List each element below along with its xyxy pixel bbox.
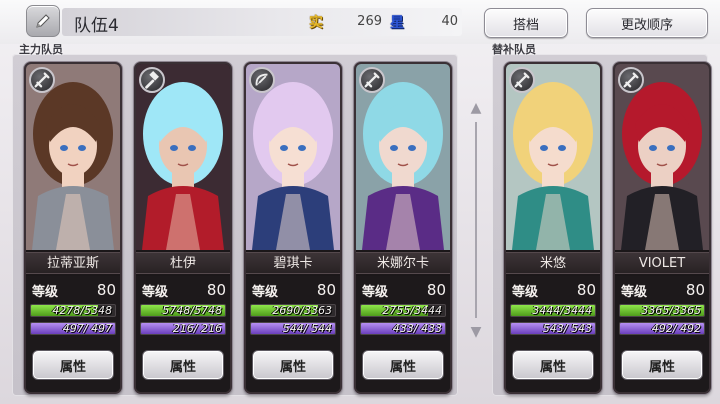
member-card[interactable]: 拉蒂亚斯 等级 80 4278/5348 497/ 497 属性: [24, 62, 122, 394]
mp-bar: 433/ 433: [360, 322, 446, 335]
hp-value: 3365/3365: [641, 304, 701, 317]
hp-value: 4278/5348: [52, 304, 112, 317]
team-name: 队伍4: [74, 16, 119, 36]
swap-divider: ▲ ▼: [469, 100, 483, 340]
edit-name-button[interactable]: [26, 5, 60, 37]
weapon-type-badge: [359, 67, 385, 93]
hp-bar: 2690/3363: [250, 304, 336, 317]
sword-icon: [364, 72, 380, 88]
level-value: 80: [316, 281, 336, 299]
hammer-icon: [145, 70, 159, 89]
weapon-type-badge: [249, 67, 275, 93]
hp-value: 5748/5748: [162, 304, 222, 317]
hp-bar: 5748/5748: [140, 304, 226, 317]
bow-icon: [255, 73, 268, 86]
character-name: 米娜尔卡: [356, 252, 450, 274]
level-label: 等级: [362, 284, 389, 300]
attributes-button[interactable]: 属性: [621, 350, 703, 380]
level-label: 等级: [32, 284, 59, 300]
main-team-label: 主力队员: [19, 43, 63, 56]
weapon-type-badge: [139, 67, 165, 93]
team-name-box: 队伍4 实 269 星 40: [62, 8, 462, 36]
mp-value: 492/ 492: [651, 322, 701, 335]
weapon-type-badge: [618, 67, 644, 93]
mp-value: 433/ 433: [392, 322, 442, 335]
gold-cost-value: 269: [357, 14, 382, 29]
mp-value: 497/ 497: [62, 322, 112, 335]
stats-panel: 等级 80 4278/5348 497/ 497 属性: [26, 276, 120, 392]
character-name: 杜伊: [136, 252, 230, 274]
member-card[interactable]: 杜伊 等级 80 5748/5748 216/ 216 属性: [134, 62, 232, 394]
reorder-button[interactable]: 更改顺序: [586, 8, 708, 38]
mp-value: 216/ 216: [172, 322, 222, 335]
character-name: 米悠: [506, 252, 600, 274]
level-row: 等级 80: [362, 280, 446, 300]
attributes-button[interactable]: 属性: [252, 350, 334, 380]
weapon-type-badge: [509, 67, 535, 93]
stats-panel: 等级 80 5748/5748 216/ 216 属性: [136, 276, 230, 392]
member-card[interactable]: VIOLET 等级 80 3365/3365 492/ 492 属性: [613, 62, 711, 394]
mp-bar: 544/ 544: [250, 322, 336, 335]
sub-team-label: 替补队员: [492, 43, 536, 56]
weapon-type-badge: [29, 67, 55, 93]
level-value: 80: [685, 281, 705, 299]
level-row: 等级 80: [32, 280, 116, 300]
hp-bar: 3444/3444: [510, 304, 596, 317]
sword-icon: [623, 72, 639, 88]
sword-icon: [514, 72, 530, 88]
level-value: 80: [576, 281, 596, 299]
attributes-button[interactable]: 属性: [32, 350, 114, 380]
member-card[interactable]: 碧琪卡 等级 80 2690/3363 544/ 544 属性: [244, 62, 342, 394]
mp-value: 544/ 544: [282, 322, 332, 335]
top-bar: 队伍4 实 269 星 40 搭档 更改顺序: [0, 0, 720, 44]
up-arrow-icon: ▲: [470, 100, 482, 116]
sword-icon: [34, 72, 50, 88]
character-name: 拉蒂亚斯: [26, 252, 120, 274]
level-value: 80: [206, 281, 226, 299]
attributes-button[interactable]: 属性: [362, 350, 444, 380]
stats-panel: 等级 80 3365/3365 492/ 492 属性: [615, 276, 709, 392]
hp-value: 2690/3363: [272, 304, 332, 317]
level-value: 80: [96, 281, 116, 299]
star-cost-value: 40: [441, 14, 458, 29]
level-label: 等级: [142, 284, 169, 300]
level-label: 等级: [621, 284, 648, 300]
pencil-icon: [36, 14, 50, 28]
attributes-button[interactable]: 属性: [512, 350, 594, 380]
mp-bar: 543/ 543: [510, 322, 596, 335]
character-name: 碧琪卡: [246, 252, 340, 274]
hp-bar: 2755/3444: [360, 304, 446, 317]
star-cost-icon: 星: [390, 15, 404, 31]
hp-bar: 3365/3365: [619, 304, 705, 317]
level-value: 80: [426, 281, 446, 299]
mp-bar: 492/ 492: [619, 322, 705, 335]
character-name: VIOLET: [615, 252, 709, 274]
level-row: 等级 80: [142, 280, 226, 300]
level-row: 等级 80: [252, 280, 336, 300]
mp-bar: 497/ 497: [30, 322, 116, 335]
hp-value: 2755/3444: [382, 304, 442, 317]
level-row: 等级 80: [621, 280, 705, 300]
stats-panel: 等级 80 2755/3444 433/ 433 属性: [356, 276, 450, 392]
member-card[interactable]: 米悠 等级 80 3444/3444 543/ 543 属性: [504, 62, 602, 394]
level-label: 等级: [252, 284, 279, 300]
partner-button[interactable]: 搭档: [484, 8, 568, 38]
down-arrow-icon: ▼: [470, 324, 482, 340]
hp-value: 3444/3444: [532, 304, 592, 317]
gold-cost-icon: 实: [309, 15, 323, 31]
level-row: 等级 80: [512, 280, 596, 300]
level-label: 等级: [512, 284, 539, 300]
stats-panel: 等级 80 3444/3444 543/ 543 属性: [506, 276, 600, 392]
member-card[interactable]: 米娜尔卡 等级 80 2755/3444 433/ 433 属性: [354, 62, 452, 394]
mp-value: 543/ 543: [542, 322, 592, 335]
mp-bar: 216/ 216: [140, 322, 226, 335]
stats-panel: 等级 80 2690/3363 544/ 544 属性: [246, 276, 340, 392]
attributes-button[interactable]: 属性: [142, 350, 224, 380]
hp-bar: 4278/5348: [30, 304, 116, 317]
